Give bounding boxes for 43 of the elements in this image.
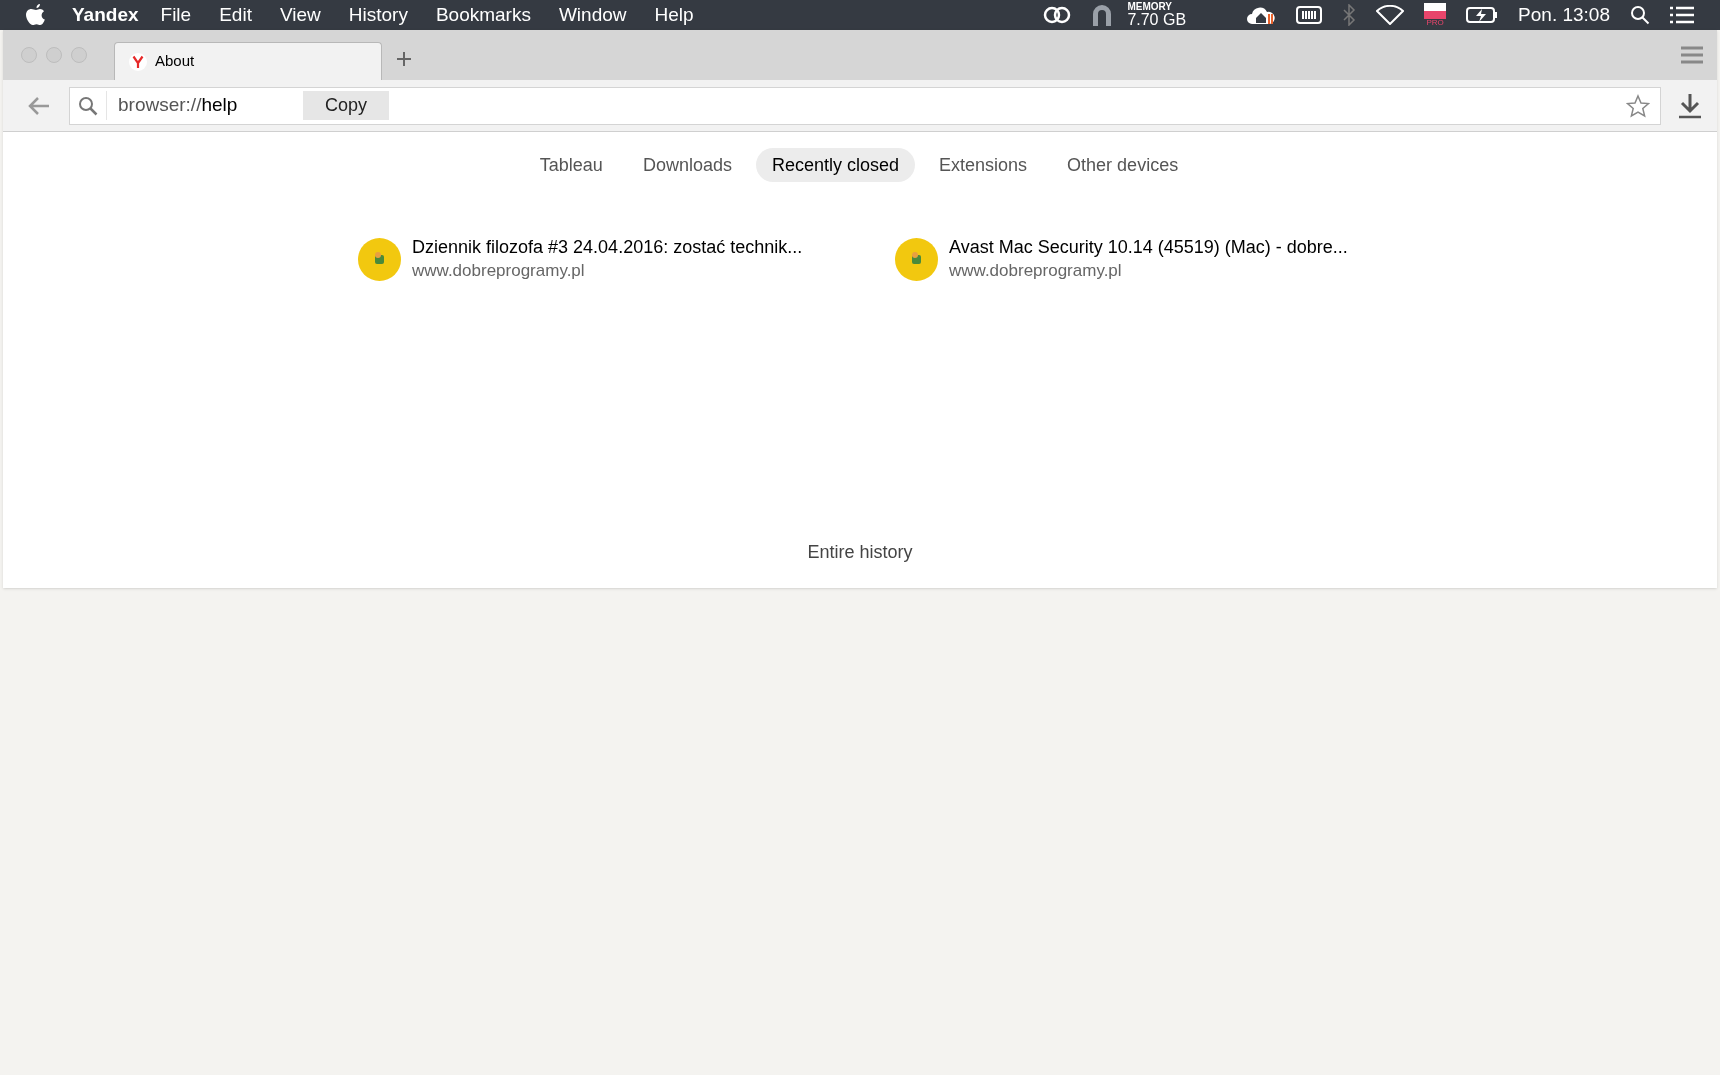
pro-label: PRO [1426, 19, 1444, 27]
page-url: www.dobreprogramy.pl [949, 260, 1123, 282]
nav-tab[interactable]: Recently closed [755, 148, 916, 182]
browser-tab[interactable]: About [114, 42, 382, 80]
entire-history-link[interactable]: Entire history [807, 539, 913, 566]
apple-icon[interactable] [26, 4, 46, 26]
bluetooth-icon[interactable] [1342, 4, 1357, 26]
menu-item[interactable]: Bookmarks [421, 0, 545, 30]
menu-item[interactable]: Edit [205, 0, 266, 30]
nav-tab[interactable]: Extensions [923, 148, 1044, 182]
nav-tab[interactable]: Tableau [523, 148, 619, 182]
menu-item[interactable]: History [334, 0, 422, 30]
page-title-link[interactable]: Avast Mac Security 10.14 (45519) (Mac) - dobre... [949, 236, 1348, 259]
arch-icon[interactable] [1091, 4, 1114, 26]
clock[interactable]: Pon. 13:08 [1518, 0, 1610, 30]
battery-charging-icon[interactable] [1466, 5, 1499, 25]
menu-item[interactable]: Help [640, 0, 708, 30]
page-url: www.dobreprogramy.pl [412, 260, 586, 282]
memory-value: 7.70 GB [1127, 12, 1187, 28]
app-menu[interactable]: Yandex [72, 0, 139, 30]
notification-list-icon[interactable] [1670, 6, 1694, 24]
menu-icon[interactable] [1681, 46, 1703, 64]
search-icon [78, 95, 98, 116]
address-field[interactable]: browser://help Copy [69, 86, 1661, 125]
search-icon[interactable] [1630, 5, 1650, 25]
download-icon[interactable] [1679, 92, 1701, 119]
new-tab-icon[interactable] [396, 51, 412, 67]
battery-monitor-icon[interactable] [1296, 5, 1323, 25]
nav-tab[interactable]: Downloads [626, 148, 748, 182]
memory-label: MEMORY [1127, 2, 1173, 12]
page-title-link[interactable]: Dziennik filozofa #3 24.04.2016: zostać technik... [412, 236, 803, 259]
flag-icon[interactable] [1424, 3, 1447, 19]
star-icon[interactable] [1626, 93, 1650, 118]
site-favicon-icon[interactable] [358, 237, 401, 281]
nav-tab[interactable]: Other devices [1051, 148, 1195, 182]
menu-item[interactable]: File [146, 0, 206, 30]
menu-item[interactable]: View [265, 0, 335, 30]
site-favicon-icon[interactable] [895, 237, 938, 281]
back-arrow-icon[interactable] [27, 95, 51, 116]
yandex-logo-icon [129, 52, 147, 71]
copy-button[interactable]: Copy [303, 91, 390, 120]
menu-item[interactable]: Window [544, 0, 641, 30]
wifi-icon[interactable] [1376, 5, 1405, 25]
